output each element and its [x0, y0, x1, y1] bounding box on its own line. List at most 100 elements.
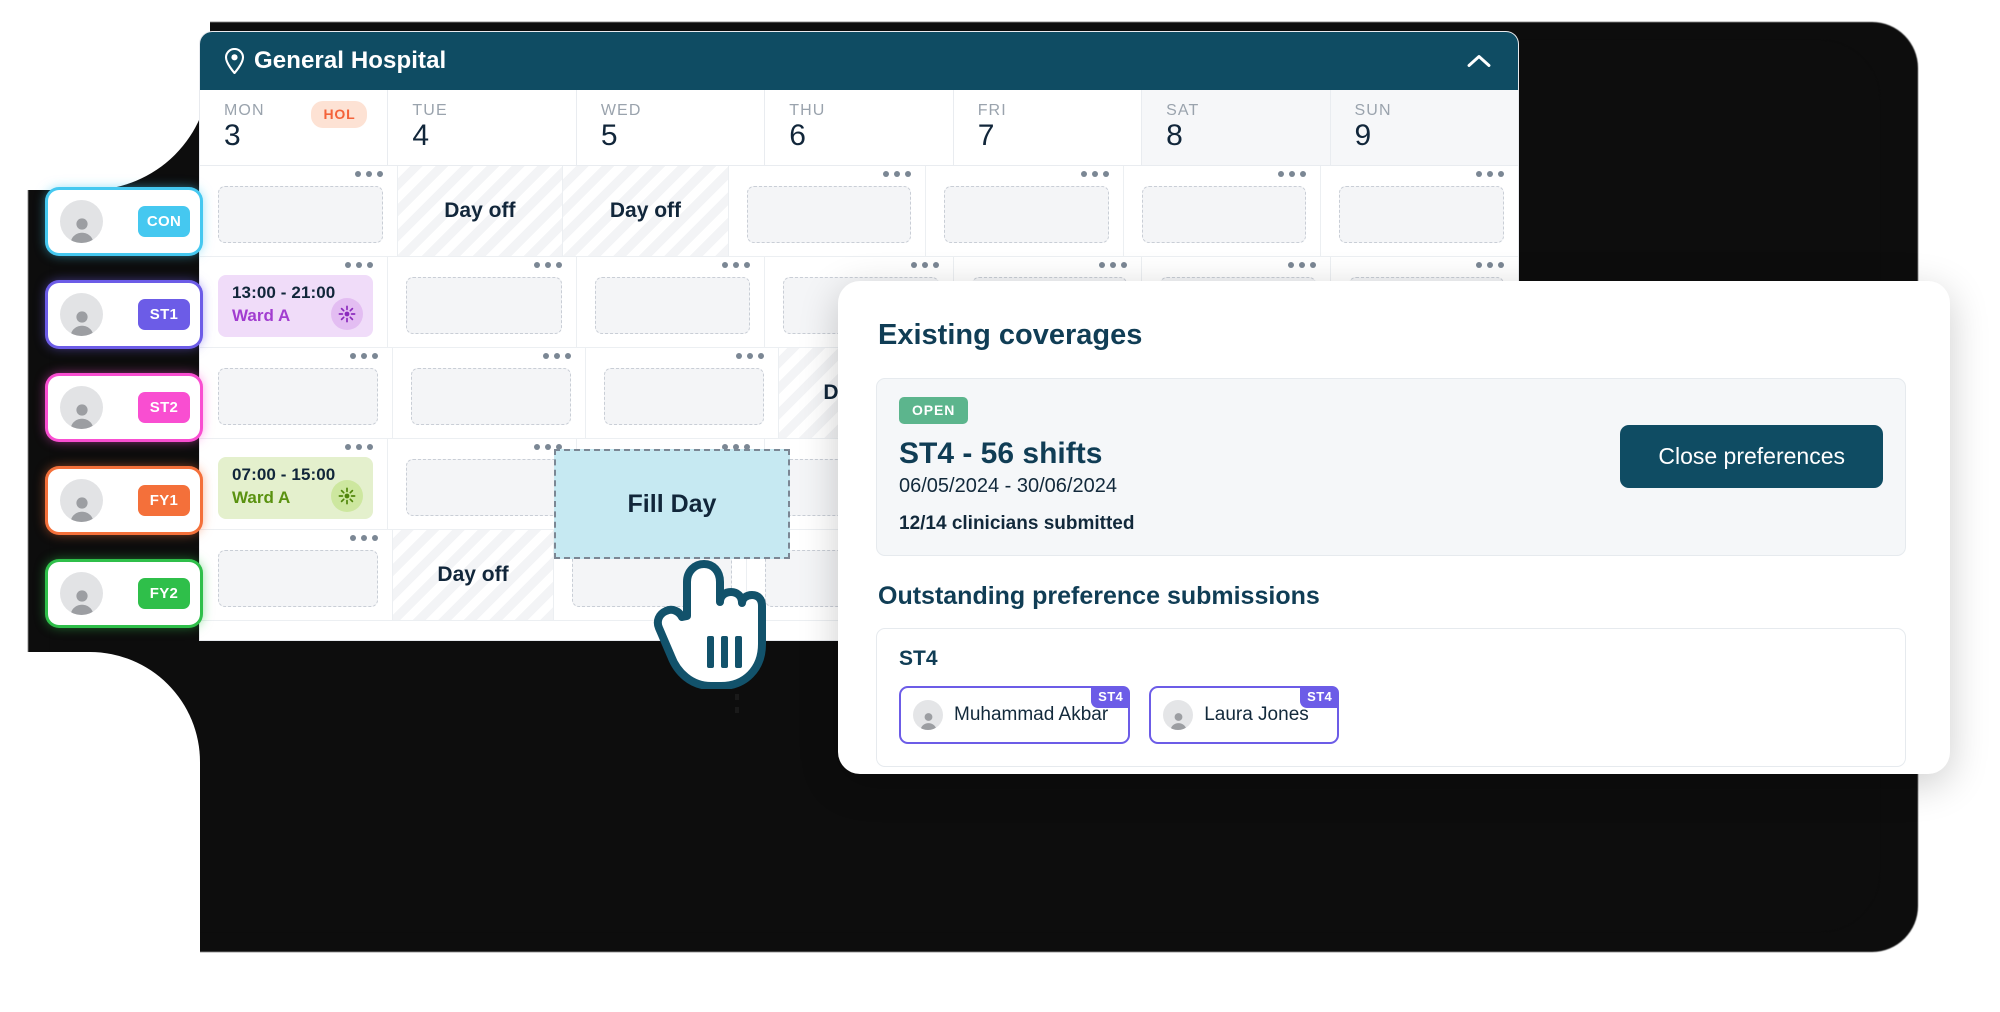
role-badge: FY1	[138, 485, 190, 516]
cell-options-icon[interactable]	[1080, 171, 1109, 177]
empty-shift-slot[interactable]	[604, 368, 764, 425]
calendar-cell-empty[interactable]	[200, 530, 393, 620]
calendar-cell-shift[interactable]: 07:00 - 15:00 Ward A	[200, 439, 389, 529]
person-icon	[913, 700, 943, 730]
staff-card-fy1[interactable]: FY1	[48, 469, 200, 532]
calendar-cell-empty[interactable]	[388, 439, 577, 529]
person-icon	[60, 386, 103, 429]
status-badge: OPEN	[899, 397, 969, 424]
calendar-cell-day-off[interactable]: Day off	[563, 166, 729, 256]
backdrop-cutout-bottom-right	[1930, 752, 2000, 1012]
calendar-cell-empty[interactable]	[200, 166, 398, 256]
day-of-week-label: SAT	[1166, 102, 1200, 119]
empty-shift-slot[interactable]	[746, 186, 912, 243]
day-of-week-label: TUE	[412, 102, 448, 119]
clinician-chip[interactable]: Laura Jones ST4	[1149, 686, 1340, 744]
calendar-cell-empty[interactable]	[388, 257, 577, 347]
staff-card-st2[interactable]: ST2	[48, 376, 200, 439]
cell-options-icon[interactable]	[1099, 262, 1128, 268]
cell-options-icon[interactable]	[345, 262, 374, 268]
day-off-label: Day off	[437, 563, 509, 586]
close-preferences-button[interactable]: Close preferences	[1620, 425, 1883, 488]
day-header-thu[interactable]: THU 6	[765, 90, 954, 165]
cell-options-icon[interactable]	[883, 171, 912, 177]
page-title: General Hospital	[254, 47, 447, 74]
cell-options-icon[interactable]	[722, 262, 751, 268]
coverages-heading: Existing coverages	[878, 319, 1143, 351]
person-icon	[60, 479, 103, 522]
shift-card[interactable]: 13:00 - 21:00 Ward A	[218, 275, 374, 337]
calendar-cell-empty[interactable]	[577, 257, 766, 347]
day-off-label: Day off	[444, 199, 516, 222]
cell-options-icon[interactable]	[354, 171, 383, 177]
submissions-grade-label: ST4	[899, 647, 938, 670]
calendar-cell-empty[interactable]	[200, 348, 393, 438]
calendar-cell-empty[interactable]	[1321, 166, 1518, 256]
day-header-mon[interactable]: MON 3 HOL	[200, 90, 389, 165]
empty-shift-slot[interactable]	[594, 277, 751, 334]
fill-day-label: Fill Day	[627, 489, 717, 518]
outstanding-submissions-card: ST4 Muhammad Akbar ST4 Laura Jones ST4	[876, 628, 1906, 767]
clinician-grade-badge: ST4	[1091, 686, 1131, 708]
calendar-cell-empty[interactable]	[926, 166, 1124, 256]
day-header-fri[interactable]: FRI 7	[954, 90, 1143, 165]
day-header-sat[interactable]: SAT 8	[1142, 90, 1331, 165]
day-number-label: 7	[977, 119, 995, 152]
coverage-submission-count: 12/14 clinicians submitted	[899, 513, 1135, 534]
shift-card[interactable]: 07:00 - 15:00 Ward A	[218, 457, 374, 519]
calendar-cell-empty[interactable]	[586, 348, 779, 438]
person-icon	[60, 572, 103, 615]
cell-options-icon[interactable]	[1287, 262, 1316, 268]
role-badge: ST2	[138, 392, 190, 423]
calendar-cell-day-off[interactable]: Day off	[393, 530, 554, 620]
clinician-name: Muhammad Akbar	[954, 704, 1109, 725]
empty-shift-slot[interactable]	[944, 186, 1109, 243]
staff-card-con[interactable]: CON	[48, 190, 200, 253]
coverage-card: OPEN ST4 - 56 shifts 06/05/2024 - 30/06/…	[876, 378, 1906, 556]
cell-options-icon[interactable]	[1476, 171, 1505, 177]
calendar-cell-day-off[interactable]: Day off	[397, 166, 564, 256]
holiday-badge: HOL	[311, 101, 368, 128]
cell-options-icon[interactable]	[910, 262, 939, 268]
staff-card-st1[interactable]: ST1	[48, 283, 200, 346]
empty-shift-slot[interactable]	[406, 459, 562, 516]
day-header-sun[interactable]: SUN 9	[1330, 90, 1518, 165]
day-header-tue[interactable]: TUE 4	[388, 90, 577, 165]
empty-shift-slot[interactable]	[1339, 186, 1505, 243]
cell-options-icon[interactable]	[1475, 262, 1504, 268]
empty-shift-slot[interactable]	[218, 368, 378, 425]
person-icon	[60, 200, 103, 243]
clinician-chip[interactable]: Muhammad Akbar ST4	[899, 686, 1131, 744]
calendar-header: General Hospital	[200, 32, 1518, 90]
empty-shift-slot[interactable]	[406, 277, 562, 334]
cell-options-icon[interactable]	[345, 444, 374, 450]
role-badge: CON	[138, 206, 190, 237]
clinician-name: Laura Jones	[1204, 704, 1309, 725]
day-off-label: Day off	[609, 199, 682, 222]
calendar-cell-empty[interactable]	[1124, 166, 1322, 256]
empty-shift-slot[interactable]	[1141, 186, 1307, 243]
staff-card-fy2[interactable]: FY2	[48, 562, 200, 625]
backdrop-cutout-top-right	[1930, 0, 2000, 250]
empty-shift-slot[interactable]	[218, 186, 383, 243]
empty-shift-slot[interactable]	[411, 368, 571, 425]
calendar-cell-shift[interactable]: 13:00 - 21:00 Ward A	[200, 257, 389, 347]
cell-options-icon[interactable]	[350, 353, 378, 359]
chevron-up-icon[interactable]	[1462, 44, 1496, 78]
cell-options-icon[interactable]	[736, 353, 764, 359]
clinician-chip-row: Muhammad Akbar ST4 Laura Jones ST4	[899, 686, 1883, 744]
role-badge: FY2	[138, 578, 190, 609]
cell-options-icon[interactable]	[543, 353, 571, 359]
person-icon	[60, 293, 103, 336]
calendar-cell-empty[interactable]	[729, 166, 927, 256]
day-of-week-label: WED	[600, 102, 642, 119]
cell-options-icon[interactable]	[1278, 171, 1307, 177]
screenshot-root: CON ST1 ST2 FY1 FY2 General Hospital MON 3 HOL…	[0, 0, 2000, 1012]
day-header-wed[interactable]: WED 5	[577, 90, 766, 165]
backdrop-cutout-bottom-left	[0, 652, 200, 1012]
empty-shift-slot[interactable]	[218, 550, 378, 607]
day-of-week-label: THU	[789, 102, 826, 119]
calendar-cell-empty[interactable]	[393, 348, 586, 438]
cell-options-icon[interactable]	[533, 262, 562, 268]
cell-options-icon[interactable]	[350, 535, 378, 541]
